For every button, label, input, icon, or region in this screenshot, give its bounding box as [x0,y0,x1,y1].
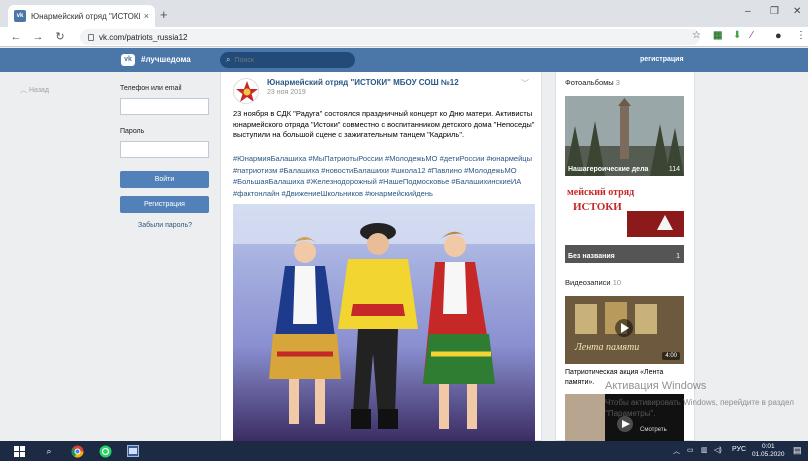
phone-email-input[interactable] [120,98,209,115]
header-hashtag[interactable]: #лучшедома [141,55,191,64]
volume-icon[interactable]: ◁) [714,446,722,454]
back-link-label: Назад [28,87,50,94]
address-bar: ← → ↻ vk.com/patriots_russia12 ☆ ▦ ⬇ ⁄ ●… [0,27,808,47]
reload-icon[interactable]: ↻ [54,30,66,43]
vk-favicon-icon: vk [14,10,26,22]
group-avatar[interactable] [233,78,259,104]
forgot-password-link[interactable]: Забыли пароль? [120,222,210,229]
extension-pen-icon[interactable]: ⁄ [751,30,753,41]
video2-overlay: Смотреть [640,427,667,433]
extension-icon[interactable]: ▦ [713,30,722,41]
app-window-icon[interactable] [126,444,140,458]
windows-taskbar: ⌕ ︿ ▭ ▥ ◁) РУС 0:01 01.05.2020 ▤ [0,441,808,461]
videos-count: 10 [612,278,622,287]
albums-header[interactable]: Фотоальбомы 3 [565,78,620,87]
phone-label: Телефон или email [120,85,182,92]
clock-date: 01.05.2020 [752,451,785,458]
activation-watermark-text: Чтобы активировать Windows, перейдите в … [605,398,794,418]
new-tab-button[interactable]: + [160,7,168,22]
wall-post: Юнармейский отряд "ИСТОКИ" МБОУ СОШ №12 … [220,72,542,441]
videos-title: Видеозаписи [565,278,611,287]
windows-start-icon[interactable] [12,444,26,458]
dancers-photo-image [233,204,535,441]
bookmark-star-icon[interactable]: ☆ [692,30,701,41]
login-form: Телефон или email Пароль Войти Регистрац… [120,85,210,229]
browser-tab-bar: vk Юнармейский отряд "ИСТОКИ × + – ❐ ✕ [0,0,808,27]
post-photo[interactable] [233,204,535,441]
activation-watermark-title: Активация Windows [605,380,707,392]
post-date[interactable]: 23 ноя 2019 [267,89,306,96]
album-card-2[interactable]: мейский отряд ИСТОКИ Без названия 1 [565,185,684,263]
album2-banner2: ИСТОКИ [573,201,622,213]
albums-title: Фотоальбомы [565,78,614,87]
keyboard-icon[interactable]: ▭ [687,446,694,454]
album2-caption: Без названия [568,253,615,260]
extension-download-icon[interactable]: ⬇ [733,30,741,41]
chrome-icon[interactable] [70,444,84,458]
language-indicator[interactable]: РУС [732,446,746,453]
chevron-down-icon[interactable]: ﹀ [521,78,529,89]
search-icon[interactable]: ⌕ [42,444,56,458]
close-window-button[interactable]: ✕ [793,6,801,17]
tab-title: Юнармейский отряд "ИСТОКИ [31,11,140,21]
login-button[interactable]: Войти [120,171,209,188]
menu-dots-icon[interactable]: ⋮ [796,30,806,41]
album1-count: 114 [668,166,680,173]
post-text: 23 ноября в СДК "Радуга" состоялся празд… [233,109,535,139]
network-icon[interactable]: ▥ [701,446,708,454]
videos-header[interactable]: Видеозаписи 10 [565,278,621,287]
whatsapp-icon[interactable] [98,444,112,458]
forward-arrow-icon[interactable]: → [32,31,44,43]
albums-count: 3 [615,78,620,87]
register-button[interactable]: Регистрация [120,196,209,213]
video-card-1[interactable]: Лента памяти 4:00 [565,296,684,364]
star-emblem-icon [236,81,258,102]
notifications-icon[interactable]: ▤ [793,445,802,456]
search-input[interactable] [234,56,335,64]
vk-search[interactable]: ⌕ [220,52,355,68]
monument-photo-image [565,96,684,176]
back-arrow-icon[interactable]: ← [10,31,22,43]
header-register-link[interactable]: регистрация [640,56,684,63]
tray-chevron-up-icon[interactable]: ︿ [673,446,680,456]
password-label: Пароль [120,128,145,135]
chevron-up-icon: ︿ [20,87,27,94]
minimize-button[interactable]: – [745,6,751,17]
post-hashtags[interactable]: #ЮнармияБалашиха #МыПатриотыРоссии #Моло… [233,153,537,199]
maximize-button[interactable]: ❐ [770,6,779,17]
vk-header: vk #лучшедома ⌕ регистрация [0,48,808,72]
browser-tab[interactable]: vk Юнармейский отряд "ИСТОКИ × [8,5,155,27]
tab-close-icon[interactable]: × [144,11,149,21]
vk-logo-icon[interactable]: vk [121,54,135,66]
search-icon: ⌕ [226,55,231,64]
post-author[interactable]: Юнармейский отряд "ИСТОКИ" МБОУ СОШ №12 [267,78,459,87]
clock-time: 0:01 [761,443,775,450]
album-card-1[interactable]: Нашагероические дела 114 [565,96,684,176]
video1-duration: 4:00 [662,352,680,360]
video1-overlay: Лента памяти [575,342,640,353]
album2-count: 1 [676,253,680,260]
profile-icon[interactable]: ● [775,30,782,42]
back-link[interactable]: ︿ Назад [20,85,49,95]
taskbar-clock[interactable]: 0:01 01.05.2020 [752,443,785,459]
album1-caption: Нашагероические дела [568,166,649,173]
url-field[interactable]: vk.com/patriots_russia12 [80,29,700,45]
lock-icon [88,33,94,41]
password-input[interactable] [120,141,209,158]
url-text: vk.com/patriots_russia12 [99,32,188,42]
album2-banner: мейский отряд [567,187,635,198]
